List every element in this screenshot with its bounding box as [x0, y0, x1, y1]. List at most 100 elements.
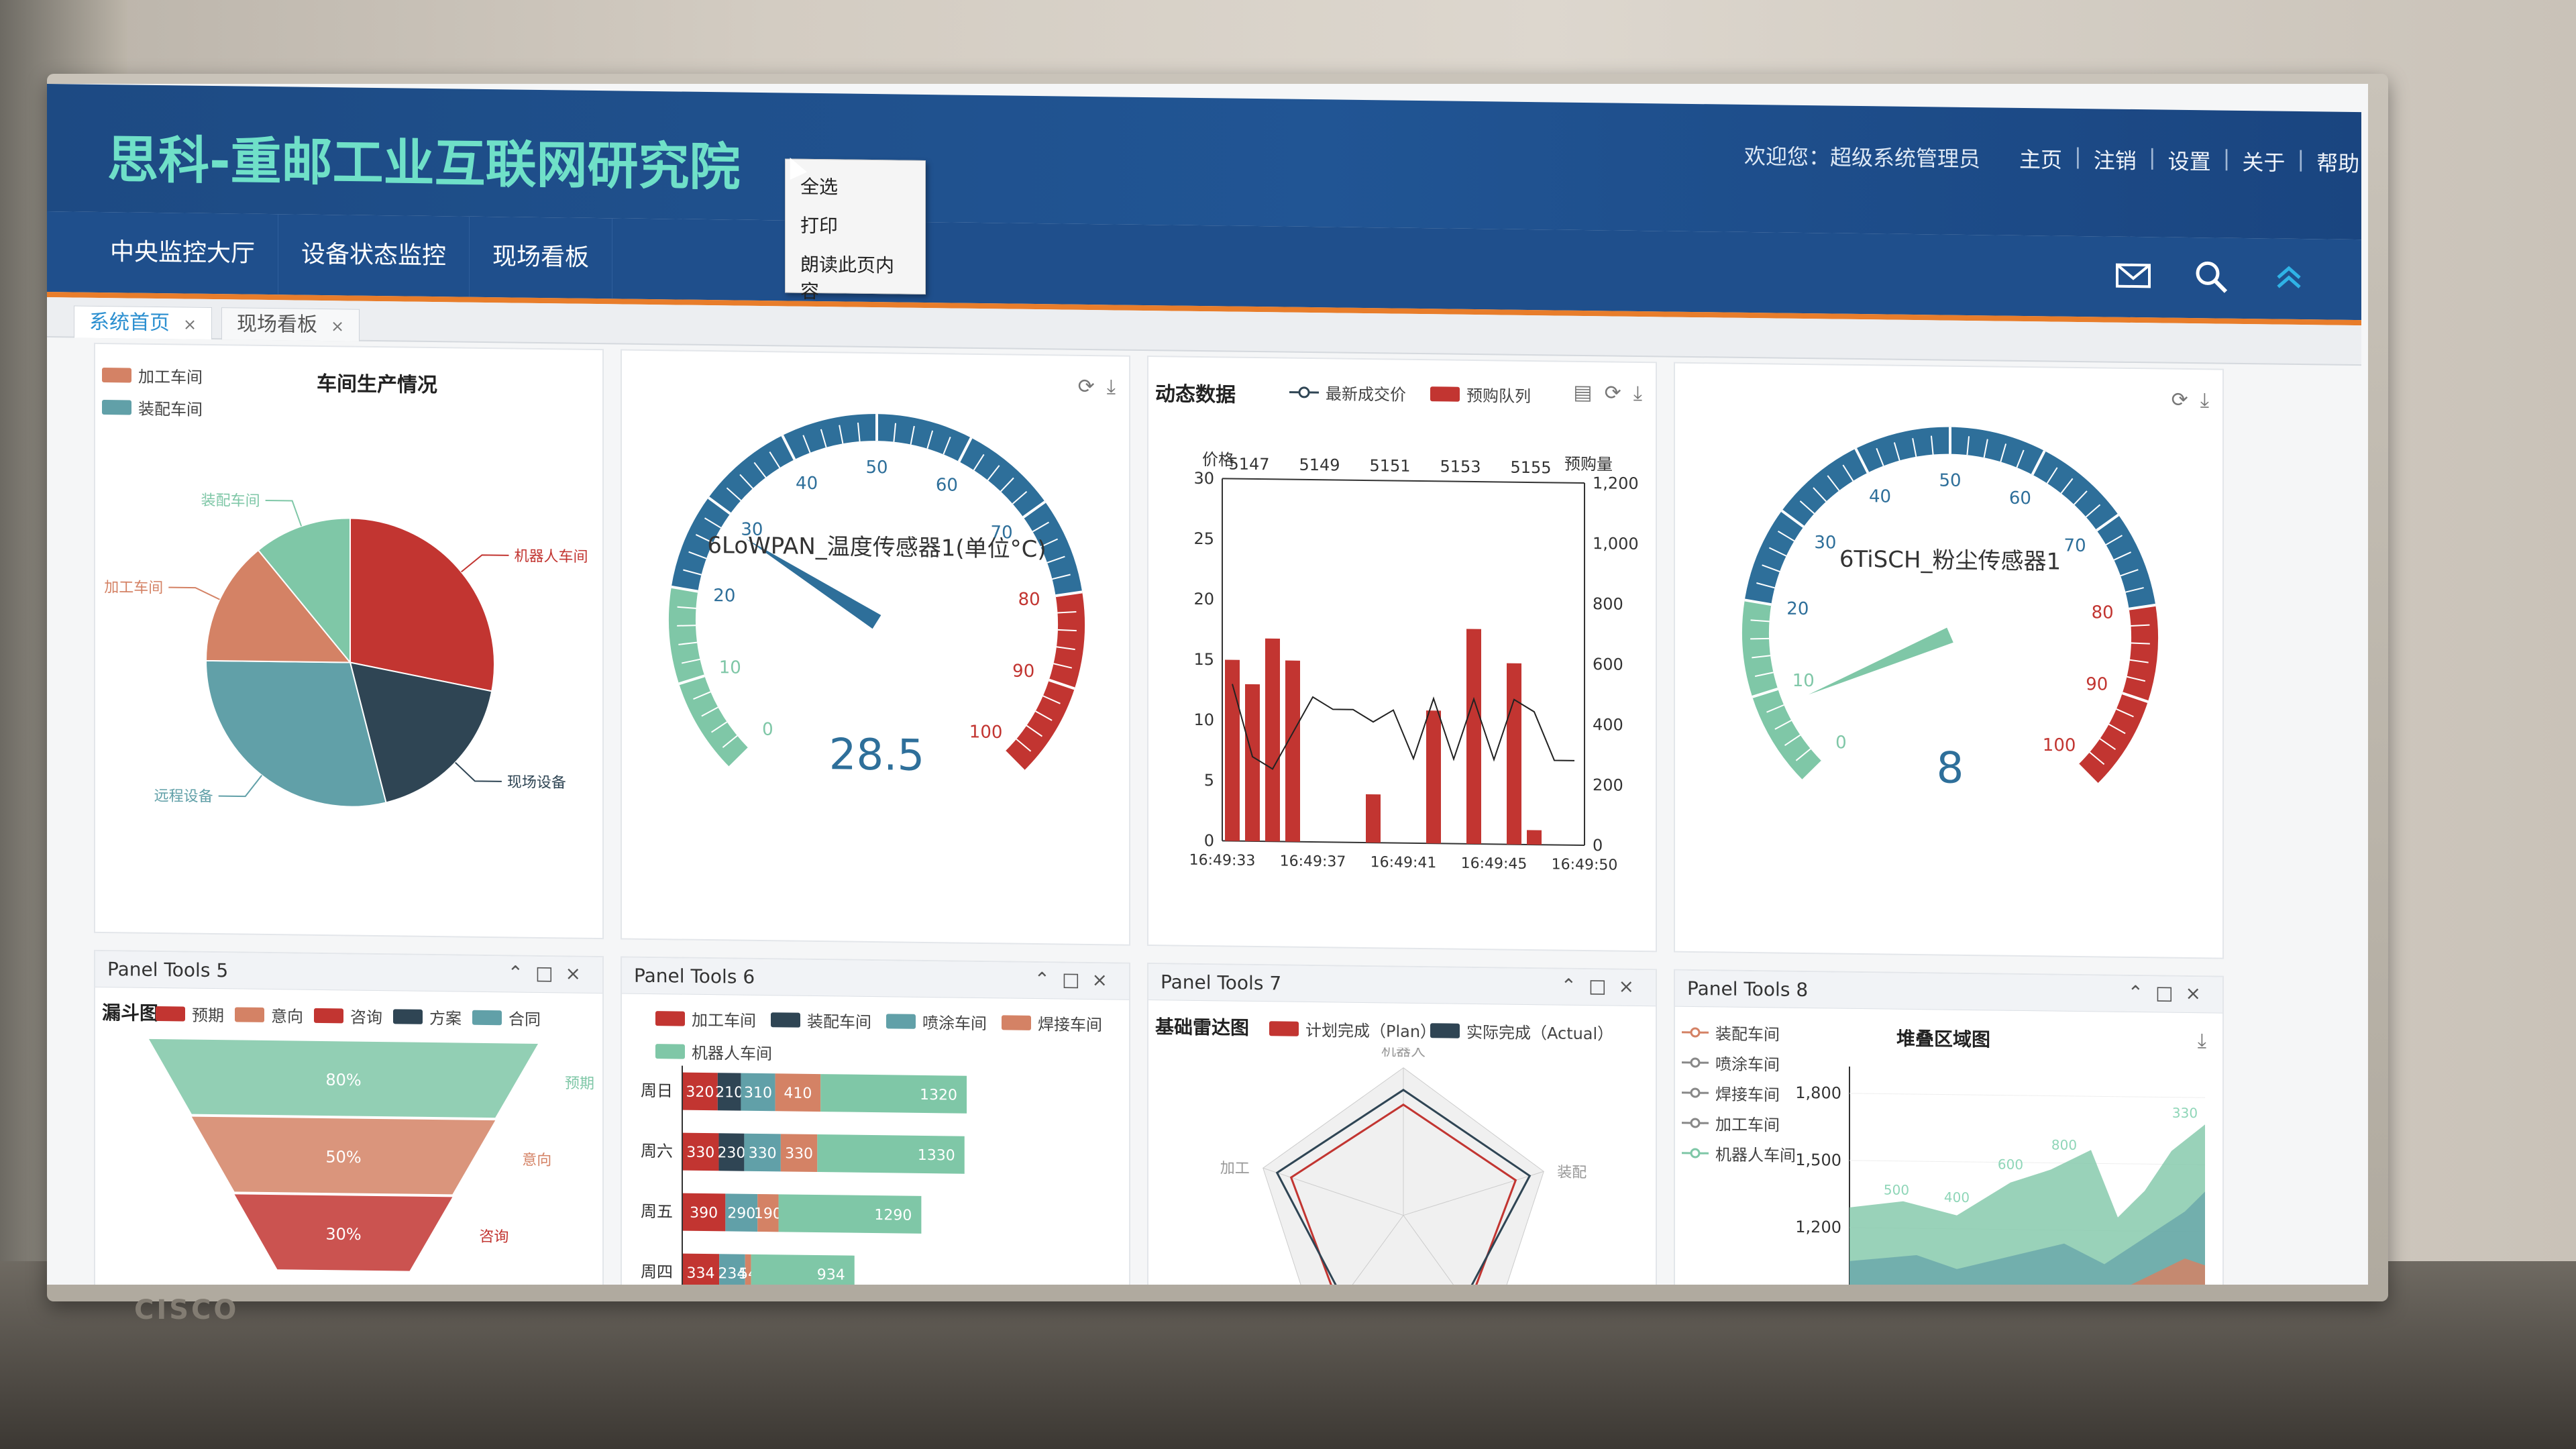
- menu-read-aloud[interactable]: 朗读此页内容: [786, 244, 925, 311]
- segment-label: 410: [784, 1085, 812, 1102]
- pie-label-line: [265, 500, 303, 527]
- window-controls[interactable]: ⌃□×: [1034, 968, 1120, 991]
- funnel-stage-label: 意向: [522, 1152, 551, 1169]
- top-links: 主页 | 注销 | 设置 | 关于 | 帮助: [2019, 143, 2360, 178]
- top-tick-label: 5147: [1228, 455, 1269, 474]
- segment-label: 190: [754, 1205, 782, 1223]
- y-tick-label: 25: [1193, 529, 1214, 548]
- legend-item[interactable]: 加工车间: [655, 1006, 756, 1031]
- menu-print[interactable]: 打印: [786, 205, 925, 246]
- gauge-tick-label: 90: [2086, 674, 2108, 694]
- funnel-value-label: 50%: [325, 1148, 361, 1167]
- context-menu: 全选 打印 朗读此页内容: [785, 158, 926, 303]
- gauge-tick-label: 100: [2043, 735, 2076, 756]
- legend-label: 预期: [192, 1006, 224, 1026]
- pie-slice: [350, 517, 495, 692]
- legend-swatch: [235, 1006, 264, 1022]
- link-help[interactable]: 帮助: [2316, 146, 2359, 178]
- download-icon[interactable]: ⤓: [1633, 382, 1642, 405]
- legend-label: 方案: [429, 1008, 462, 1028]
- legend-item[interactable]: 喷涂车间: [886, 1009, 987, 1034]
- gauge-tick-label: 70: [2064, 536, 2086, 556]
- mail-icon[interactable]: [2114, 257, 2152, 295]
- close-icon[interactable]: ×: [183, 315, 197, 333]
- y-tick-label: 0: [1204, 831, 1214, 850]
- nav-central-monitor[interactable]: 中央监控大厅: [87, 211, 279, 295]
- legend-item[interactable]: 计划完成（Plan）: [1269, 1016, 1436, 1042]
- legend-item[interactable]: 合同: [472, 1006, 541, 1030]
- refresh-icon[interactable]: ⟳: [1605, 381, 1621, 405]
- legend-item[interactable]: 方案: [393, 1004, 462, 1028]
- window-controls[interactable]: ⌃□×: [508, 961, 593, 985]
- gauge-tick-label: 40: [1869, 486, 1891, 506]
- gauge-tick-label: 40: [796, 474, 818, 494]
- window-controls[interactable]: ⌃□×: [1561, 975, 1646, 998]
- gauge-tick-label: 10: [1792, 671, 1815, 691]
- price-line: [1232, 684, 1574, 770]
- close-icon[interactable]: ×: [331, 317, 344, 335]
- legend-label: 加工车间: [692, 1010, 756, 1030]
- data-view-icon[interactable]: ▤: [1573, 381, 1592, 405]
- legend-item[interactable]: 装配车间: [771, 1008, 871, 1032]
- top-tick-label: 5149: [1299, 455, 1340, 475]
- category-label: 周五: [641, 1202, 673, 1222]
- bar: [1466, 629, 1481, 845]
- welcome-text: 欢迎您：超级系统管理员: [1744, 143, 1981, 172]
- legend-swatch: [393, 1008, 423, 1024]
- y2-tick-label: 800: [1593, 594, 1623, 614]
- chevron-up-icon[interactable]: [2270, 258, 2308, 297]
- panel-tools-5: Panel Tools 5 ⌃□× 漏斗图 预期 意向 咨询 方案 合同 80% 预…: [94, 949, 604, 1285]
- legend-label: 计划完成（Plan）: [1305, 1020, 1437, 1042]
- nav-device-status[interactable]: 设备状态监控: [278, 214, 470, 297]
- legend-item[interactable]: 焊接车间: [1002, 1010, 1102, 1035]
- legend-swatch: [771, 1012, 800, 1028]
- legend-item[interactable]: 机器人车间: [655, 1039, 772, 1064]
- top-tick-label: 5153: [1440, 457, 1481, 476]
- gauge-tick-label: 80: [2092, 602, 2114, 623]
- chart-title: 漏斗图: [102, 1002, 159, 1025]
- gauge-tick-label: 0: [762, 720, 773, 740]
- legend-swatch: [102, 367, 131, 383]
- funnel-chart: 80% 预期 50% 意向 30% 咨询: [149, 1038, 594, 1271]
- gauge-value: 8: [1937, 743, 1964, 793]
- segment-label: 1290: [874, 1207, 912, 1224]
- funnel-stage-label: 咨询: [479, 1228, 508, 1246]
- legend-item[interactable]: 咨询: [314, 1004, 382, 1028]
- legend-label: 实际完成（Actual）: [1466, 1022, 1614, 1044]
- link-settings[interactable]: 设置: [2168, 145, 2211, 176]
- legend-item[interactable]: 最新成交价: [1289, 380, 1406, 405]
- segment-label: 934: [817, 1267, 845, 1284]
- pie-label: 远程设备: [154, 788, 213, 805]
- area-label: 330: [2172, 1105, 2198, 1121]
- legend-item[interactable]: 预期: [156, 1002, 224, 1026]
- link-home[interactable]: 主页: [2019, 143, 2062, 174]
- y-tick-label: 1,800: [1795, 1083, 1841, 1103]
- y2-tick-label: 200: [1593, 775, 1623, 795]
- legend-swatch: [655, 1043, 685, 1059]
- tab-home[interactable]: 系统首页 ×: [74, 305, 213, 340]
- y2-tick-label: 400: [1593, 715, 1623, 735]
- bar: [1225, 659, 1240, 841]
- tab-label: 系统首页: [89, 310, 170, 335]
- legend-label: 喷涂车间: [922, 1013, 987, 1034]
- legend-item[interactable]: 预购队列: [1430, 382, 1531, 407]
- search-icon[interactable]: [2192, 258, 2230, 296]
- funnel-value-label: 80%: [325, 1071, 361, 1090]
- x-tick-label: 16:49:45: [1461, 855, 1527, 873]
- top-tick-label: 5151: [1369, 456, 1410, 476]
- legend-swatch: [1430, 386, 1460, 402]
- x-axis-top: [1222, 478, 1585, 484]
- pie-label: 现场设备: [507, 774, 566, 792]
- tab-site-board[interactable]: 现场看板 ×: [221, 307, 360, 341]
- segment-label: 1330: [918, 1147, 955, 1165]
- area-label: 600: [1998, 1157, 2023, 1173]
- legend-item[interactable]: 意向: [235, 1002, 303, 1026]
- link-about[interactable]: 关于: [2242, 146, 2285, 177]
- nav-site-board[interactable]: 现场看板: [470, 216, 613, 299]
- panel-title: Panel Tools 5: [107, 958, 229, 982]
- window-controls[interactable]: ⌃□×: [2128, 981, 2213, 1005]
- y-tick-label: 1,200: [1795, 1218, 1841, 1237]
- legend-item[interactable]: 实际完成（Actual）: [1430, 1018, 1613, 1044]
- link-logout[interactable]: 注销: [2094, 144, 2137, 175]
- y-tick-label: 20: [1193, 590, 1214, 608]
